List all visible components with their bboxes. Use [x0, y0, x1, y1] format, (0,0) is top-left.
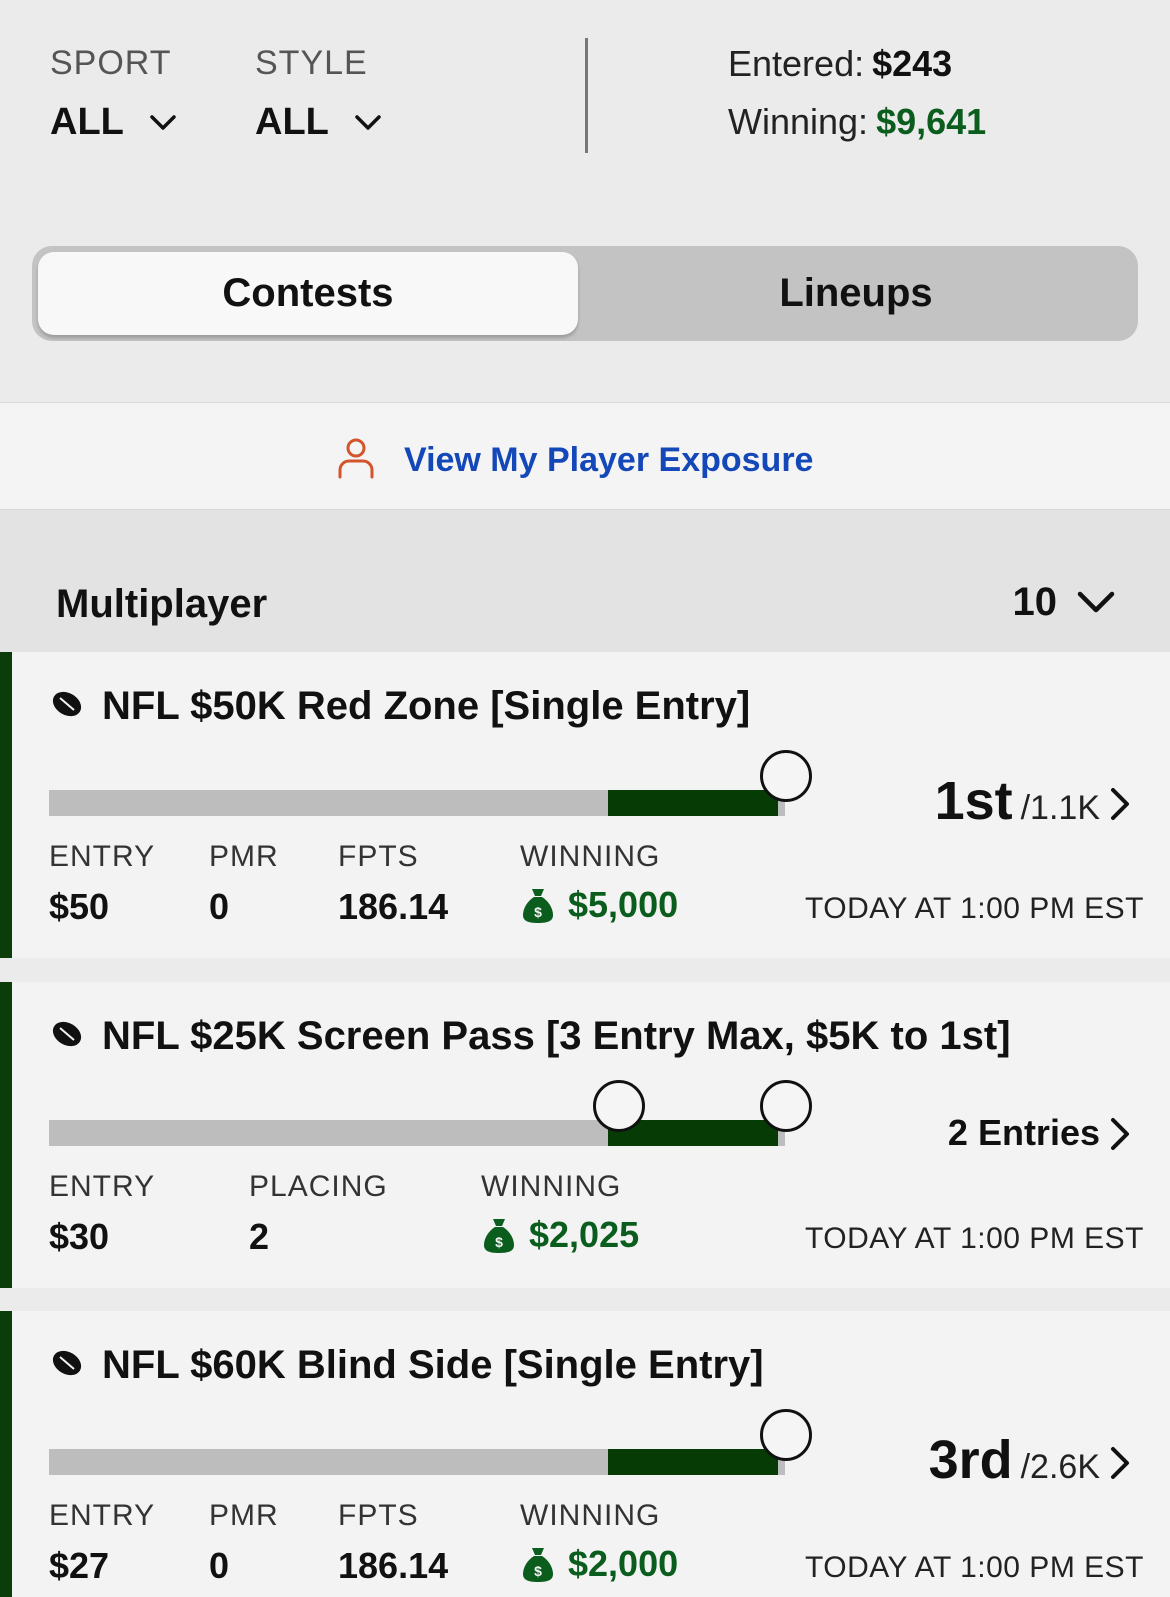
- chevron-right-icon[interactable]: [1110, 1117, 1130, 1156]
- contest-title: NFL $60K Blind Side [Single Entry]: [50, 1343, 764, 1388]
- svg-text:$: $: [495, 1234, 503, 1250]
- contest-title-text: NFL $50K Red Zone [Single Entry]: [102, 684, 751, 728]
- rank-display: 3rd /2.6K: [929, 1429, 1100, 1491]
- chevron-down-icon: [150, 115, 177, 136]
- chevron-right-icon[interactable]: [1110, 787, 1130, 826]
- football-icon: [50, 1014, 84, 1059]
- contest-title-text: NFL $25K Screen Pass [3 Entry Max, $5K t…: [102, 1014, 1011, 1058]
- pmr-value: 0: [209, 1545, 230, 1586]
- money-bag-icon: $: [523, 889, 553, 923]
- entered-label: Entered:: [728, 43, 865, 84]
- fpts-label: FPTS: [338, 1499, 419, 1532]
- svg-text:$: $: [534, 1563, 542, 1579]
- contest-title-text: NFL $60K Blind Side [Single Entry]: [102, 1343, 764, 1387]
- contest-card[interactable]: NFL $25K Screen Pass [3 Entry Max, $5K t…: [0, 982, 1170, 1288]
- money-bag-icon: $: [484, 1219, 514, 1253]
- progress-knob: [760, 750, 812, 802]
- progress-bar: [49, 1449, 785, 1475]
- chevron-down-icon: [355, 115, 382, 136]
- entry-label: ENTRY: [49, 1170, 156, 1203]
- contest-card[interactable]: NFL $60K Blind Side [Single Entry] 3rd /…: [0, 1311, 1170, 1597]
- winning-label: WINNING: [520, 840, 661, 873]
- section-count: 10: [1012, 580, 1058, 624]
- progress-bar: [49, 790, 785, 816]
- rank-value: 3rd: [928, 1430, 1013, 1490]
- start-time: TODAY AT 1:00 PM EST: [804, 1222, 1144, 1255]
- placing-value: 2: [249, 1216, 270, 1257]
- svg-text:$: $: [534, 904, 542, 920]
- sport-filter-label: SPORT: [50, 44, 172, 82]
- progress-fill: [608, 790, 778, 816]
- fpts-label: FPTS: [338, 840, 419, 873]
- multiplayer-section-header: Multiplayer 10: [0, 510, 1170, 652]
- winning-value: $5,000: [568, 884, 679, 925]
- winning-value: $2,000: [568, 1543, 679, 1584]
- contest-title: NFL $25K Screen Pass [3 Entry Max, $5K t…: [50, 1014, 1011, 1059]
- progress-bar: [49, 1120, 785, 1146]
- placing-label: PLACING: [249, 1170, 388, 1203]
- rank-total: /2.6K: [1020, 1448, 1100, 1486]
- winning-amount: $ $2,025: [483, 1214, 639, 1256]
- player-exposure-bar: View My Player Exposure: [0, 402, 1170, 510]
- pmr-value: 0: [209, 886, 230, 927]
- entry-label: ENTRY: [49, 1499, 156, 1532]
- style-filter-value: ALL: [255, 101, 329, 143]
- rank-display: 1st /1.1K: [935, 770, 1100, 832]
- winning-row: Winning: $9,641: [728, 100, 986, 158]
- entry-value: $50: [49, 886, 110, 927]
- tab-contests[interactable]: Contests: [38, 252, 578, 335]
- header-divider: [585, 38, 588, 153]
- view-player-exposure-link[interactable]: View My Player Exposure: [336, 437, 813, 484]
- chevron-right-icon[interactable]: [1110, 1446, 1130, 1485]
- style-filter-label: STYLE: [255, 44, 368, 82]
- football-icon: [50, 684, 84, 729]
- rank-value: 1st: [934, 771, 1013, 831]
- sport-filter[interactable]: SPORT ALL: [50, 44, 177, 144]
- pmr-label: PMR: [209, 1499, 279, 1532]
- progress-knob: [760, 1409, 812, 1461]
- start-time: TODAY AT 1:00 PM EST: [804, 1551, 1144, 1584]
- tab-lineups[interactable]: Lineups: [580, 252, 1132, 335]
- winning-amount: $ $2,000: [522, 1543, 678, 1585]
- money-bag-icon: $: [523, 1548, 553, 1582]
- person-icon: [336, 437, 376, 484]
- fpts-value: 186.14: [338, 1545, 449, 1586]
- entry-value: $30: [49, 1216, 110, 1257]
- entry-value: $27: [49, 1545, 110, 1586]
- entries-display: 2 Entries: [948, 1112, 1100, 1154]
- progress-knob: [593, 1080, 645, 1132]
- view-segmented-control: Contests Lineups: [32, 246, 1138, 341]
- entered-value: $243: [872, 43, 953, 84]
- progress-knob: [760, 1080, 812, 1132]
- entries-count: 2 Entries: [947, 1112, 1100, 1153]
- style-filter[interactable]: STYLE ALL: [255, 44, 382, 144]
- winning-value: $9,641: [876, 101, 987, 142]
- contest-card[interactable]: NFL $50K Red Zone [Single Entry] 1st /1.…: [0, 652, 1170, 958]
- winning-label: Winning:: [728, 101, 869, 142]
- winning-label: WINNING: [481, 1170, 622, 1203]
- fpts-value: 186.14: [338, 886, 449, 927]
- sport-filter-value: ALL: [50, 101, 124, 143]
- rank-total: /1.1K: [1020, 789, 1100, 827]
- start-time: TODAY AT 1:00 PM EST: [804, 892, 1144, 925]
- chevron-down-icon: [1057, 580, 1115, 625]
- view-player-exposure-label: View My Player Exposure: [404, 441, 814, 479]
- stats-summary: Entered: $243 Winning: $9,641: [728, 42, 986, 158]
- header: SPORT ALL STYLE ALL Entered: $243 Winning…: [0, 0, 1170, 395]
- contest-title: NFL $50K Red Zone [Single Entry]: [50, 684, 750, 729]
- section-count-toggle[interactable]: 10: [1013, 580, 1116, 625]
- winning-amount: $ $5,000: [522, 884, 678, 926]
- winning-value: $2,025: [529, 1214, 640, 1255]
- entered-row: Entered: $243: [728, 42, 986, 100]
- section-title: Multiplayer: [56, 582, 268, 626]
- winning-label: WINNING: [520, 1499, 661, 1532]
- football-icon: [50, 1343, 84, 1388]
- entry-label: ENTRY: [49, 840, 156, 873]
- progress-fill: [608, 1449, 778, 1475]
- pmr-label: PMR: [209, 840, 279, 873]
